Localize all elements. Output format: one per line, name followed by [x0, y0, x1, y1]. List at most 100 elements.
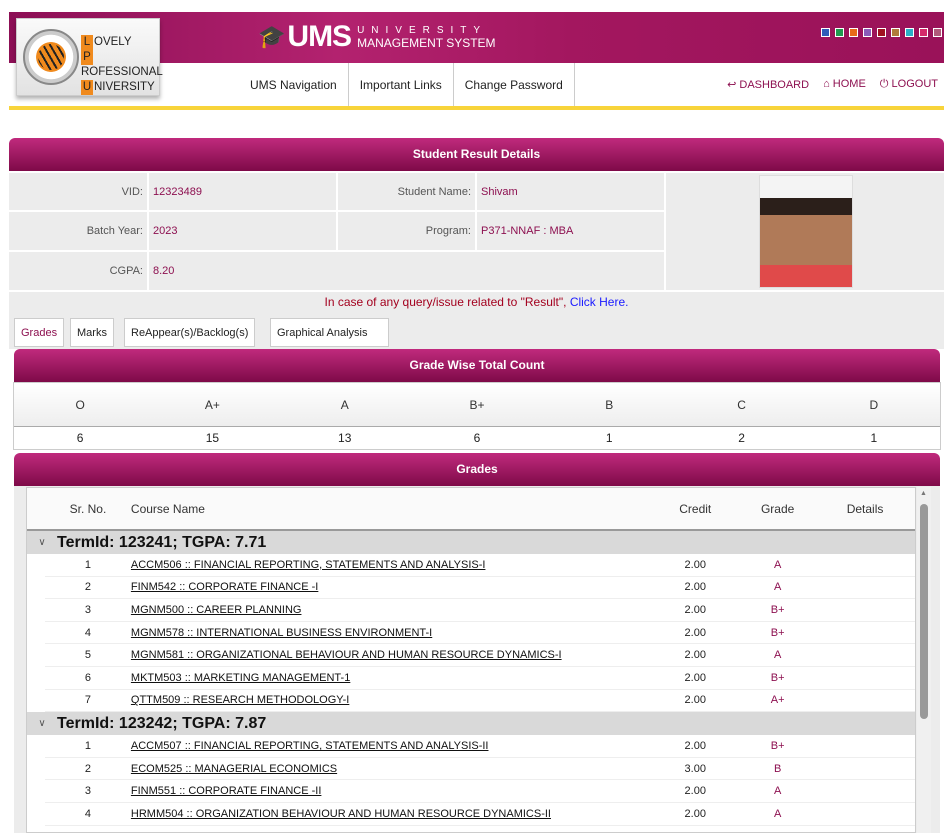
theme-swatch[interactable]	[849, 28, 858, 37]
col-sr-no[interactable]: Sr. No.	[45, 502, 131, 516]
col-course-name[interactable]: Course Name	[131, 502, 650, 516]
theme-swatch[interactable]	[933, 28, 942, 37]
term-label: TermId: 123242; TGPA: 7.87	[57, 715, 267, 733]
credit: 2.00	[684, 626, 706, 639]
tab-grades[interactable]: Grades	[14, 318, 65, 347]
grade-count-header: A+	[204, 398, 220, 412]
nav-change-password[interactable]: Change Password	[454, 63, 575, 107]
sr-no: 2	[84, 581, 92, 594]
sr-no: 1	[84, 739, 92, 752]
credit: 2.00	[684, 807, 706, 820]
theme-swatch[interactable]	[877, 28, 886, 37]
grade: A	[773, 558, 782, 571]
student-name-value: Shivam	[477, 173, 664, 210]
theme-swatch[interactable]	[863, 28, 872, 37]
table-row: 1 ACCM506 :: FINANCIAL REPORTING, STATEME…	[45, 554, 915, 577]
program-label: Program:	[338, 212, 475, 250]
grade-count-header: A	[340, 398, 349, 412]
query-click-here-link[interactable]: Click Here	[570, 295, 625, 309]
course-link[interactable]: MGNM581 :: ORGANIZATIONAL BEHAVIOUR AND …	[131, 649, 562, 661]
col-details[interactable]: Details	[815, 502, 915, 516]
grade-count-header: D	[869, 398, 879, 412]
ums-subtitle-management: MANAGEMENT SYSTEM	[357, 36, 496, 50]
grade-count-value: 6	[76, 431, 84, 445]
program-value: P371-NNAF : MBA	[477, 212, 664, 250]
col-grade[interactable]: Grade	[740, 502, 815, 516]
chevron-down-icon[interactable]: ∨	[27, 531, 57, 554]
home-icon: ⌂	[823, 78, 833, 90]
result-tabs: Grades Marks ReAppear(s)/Backlog(s) Grap…	[9, 312, 944, 349]
scrollbar-thumb[interactable]	[920, 504, 928, 719]
course-link[interactable]: FINM551 :: CORPORATE FINANCE -II	[131, 785, 322, 797]
course-link[interactable]: MGNM578 :: INTERNATIONAL BUSINESS ENVIRO…	[131, 627, 432, 639]
grade-count-value: 1	[605, 431, 613, 445]
course-link[interactable]: FINM542 :: CORPORATE FINANCE -I	[131, 581, 318, 593]
course-link[interactable]: ACCM507 :: FINANCIAL REPORTING, STATEMEN…	[131, 740, 489, 752]
grades-scrollbar[interactable]: ▲	[917, 487, 931, 833]
grade-count-value: 13	[338, 431, 352, 445]
grade: B+	[770, 671, 785, 684]
grade-count-value: 2	[738, 431, 745, 445]
student-photo	[759, 175, 853, 288]
tab-marks[interactable]: Marks	[70, 318, 114, 347]
grade: A	[773, 649, 782, 662]
logout-link[interactable]: ⏻ LOGOUT	[880, 78, 938, 91]
query-notice: In case of any query/issue related to "R…	[9, 292, 944, 312]
nav-important-links[interactable]: Important Links	[349, 63, 454, 107]
grades-panel: Sr. No. Course Name Credit Grade Details…	[14, 486, 940, 833]
grade: A+	[770, 694, 785, 707]
term-group-row[interactable]: ∨ TermId: 123242; TGPA: 7.87	[27, 712, 915, 736]
cgpa-label: CGPA:	[9, 252, 147, 290]
grades-grid-header: Sr. No. Course Name Credit Grade Details	[27, 488, 915, 531]
table-row: 3 FINM551 :: CORPORATE FINANCE -II 2.00 A	[45, 780, 915, 803]
dashboard-label: DASHBOARD	[739, 79, 810, 91]
graduation-cap-icon: 🎓	[258, 24, 286, 49]
grade: A	[773, 807, 782, 820]
theme-swatch[interactable]	[821, 28, 830, 37]
scroll-up-icon[interactable]: ▲	[920, 490, 927, 497]
table-row: 6 MKTM503 :: MARKETING MANAGEMENT-1 2.00 B+	[45, 667, 915, 690]
credit: 2.00	[684, 694, 706, 707]
tab-reappear-backlog[interactable]: ReAppear(s)/Backlog(s)	[124, 318, 256, 347]
table-row: 2 ECOM525 :: MANAGERIAL ECONOMICS 3.00 B	[45, 758, 915, 781]
sr-no: 4	[84, 626, 92, 639]
sr-no: 6	[84, 671, 92, 684]
grades-grid: Sr. No. Course Name Credit Grade Details…	[26, 487, 916, 833]
table-row: 7 QTTM509 :: RESEARCH METHODOLOGY-I 2.00 A+	[45, 690, 915, 713]
home-link[interactable]: ⌂ HOME	[823, 78, 866, 91]
lpu-logo[interactable]: L OVELY PROFESSIONAL U NIVERSITY	[16, 18, 163, 96]
student-result-title: Student Result Details	[9, 138, 944, 171]
grade: B+	[770, 603, 785, 616]
sr-no: 7	[84, 694, 92, 707]
course-link[interactable]: ECOM525 :: MANAGERIAL ECONOMICS	[131, 763, 337, 775]
ums-wordmark: UMS	[287, 20, 352, 53]
table-row: 4 MGNM578 :: INTERNATIONAL BUSINESS ENVIR…	[45, 622, 915, 645]
course-link[interactable]: MKTM503 :: MARKETING MANAGEMENT-1	[131, 672, 350, 684]
term-group-row[interactable]: ∨ TermId: 123241; TGPA: 7.71	[27, 531, 915, 554]
col-credit[interactable]: Credit	[650, 502, 740, 516]
theme-swatch[interactable]	[835, 28, 844, 37]
grade-count-header: B+	[469, 398, 485, 412]
header-divider	[9, 106, 944, 110]
credit: 2.00	[684, 649, 706, 662]
tab-graphical-analysis[interactable]: Graphical Analysis	[270, 318, 389, 347]
credit: 2.00	[684, 581, 706, 594]
course-link[interactable]: QTTM509 :: RESEARCH METHODOLOGY-I	[131, 694, 349, 706]
sr-no: 2	[84, 762, 92, 775]
logo-text: L OVELY PROFESSIONAL U NIVERSITY	[81, 35, 163, 95]
course-link[interactable]: ACCM506 :: FINANCIAL REPORTING, STATEMEN…	[131, 559, 486, 571]
course-link[interactable]: MGNM500 :: CAREER PLANNING	[131, 604, 302, 616]
theme-swatch[interactable]	[905, 28, 914, 37]
batch-year-label: Batch Year:	[9, 212, 147, 250]
right-nav: ↩ DASHBOARD ⌂ HOME ⏻ LOGOUT	[727, 78, 938, 91]
sr-no: 5	[84, 649, 92, 662]
chevron-down-icon[interactable]: ∨	[27, 712, 57, 735]
course-link[interactable]: HRMM504 :: ORGANIZATION BEHAVIOUR AND HU…	[131, 808, 551, 820]
nav-ums-navigation[interactable]: UMS Navigation	[233, 63, 349, 107]
theme-swatch[interactable]	[891, 28, 900, 37]
theme-switcher	[821, 28, 942, 37]
logo-letter: U	[81, 80, 93, 95]
dashboard-link[interactable]: ↩ DASHBOARD	[727, 78, 809, 91]
sr-no: 1	[84, 558, 92, 571]
theme-swatch[interactable]	[919, 28, 928, 37]
